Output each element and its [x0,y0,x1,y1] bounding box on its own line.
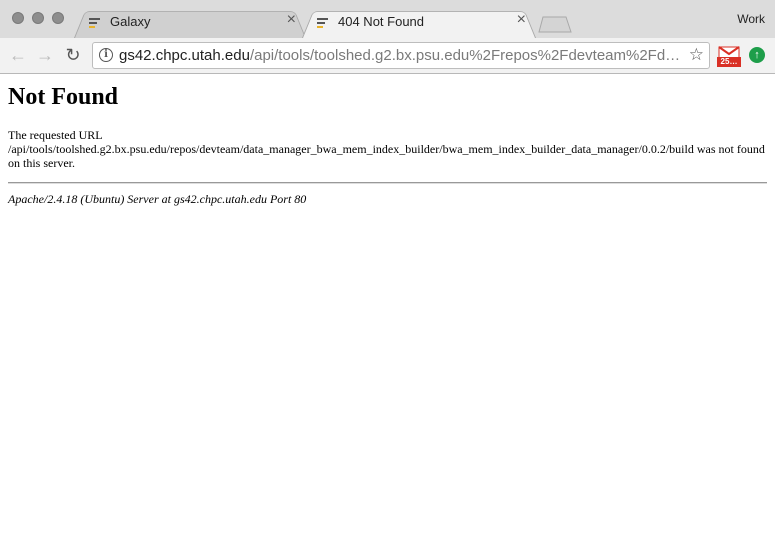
divider [8,182,767,184]
zoom-window-button[interactable] [52,12,64,24]
tab-close-icon[interactable]: × [287,11,296,29]
galaxy-favicon-icon [317,18,328,28]
forward-icon[interactable]: → [35,45,55,65]
tab-galaxy[interactable]: Galaxy × [74,8,306,38]
title-bar: Galaxy × 404 Not Found × Work [0,0,775,38]
back-icon[interactable]: ← [8,45,28,65]
url-host: gs42.chpc.utah.edu [119,47,250,64]
unread-count-badge: 25… [717,57,741,67]
info-icon[interactable]: i [99,48,113,62]
page-content: Not Found The requested URL /api/tools/t… [8,74,767,206]
profile-label[interactable]: Work [737,12,765,26]
error-message: The requested URL /api/tools/toolshed.g2… [8,128,765,170]
tab-404-not-found[interactable]: 404 Not Found × [302,8,536,38]
page-title: Not Found [8,84,119,110]
minimize-window-button[interactable] [32,12,44,24]
tab-close-icon[interactable]: × [517,11,526,29]
close-window-button[interactable] [12,12,24,24]
gmail-extension-icon[interactable]: 25… [717,46,741,67]
address-bar[interactable]: i gs42.chpc.utah.edu/api/tools/toolshed.… [92,42,710,69]
new-tab-button[interactable] [538,16,572,33]
address-url[interactable]: gs42.chpc.utah.edu/api/tools/toolshed.g2… [119,47,679,64]
server-signature: Apache/2.4.18 (Ubuntu) Server at gs42.ch… [8,192,307,206]
galaxy-favicon-icon [89,18,100,28]
tab-title: 404 Not Found [338,14,425,29]
upload-extension-icon[interactable]: ↑ [749,47,765,63]
tab-title: Galaxy [110,14,151,29]
url-path: /api/tools/toolshed.g2.bx.psu.edu%2Frepo… [249,47,679,64]
reload-icon[interactable]: ↻ [63,45,83,65]
bookmark-star-icon[interactable]: ☆ [689,45,704,65]
browser-toolbar: ← → ↻ i gs42.chpc.utah.edu/api/tools/too… [0,38,775,74]
